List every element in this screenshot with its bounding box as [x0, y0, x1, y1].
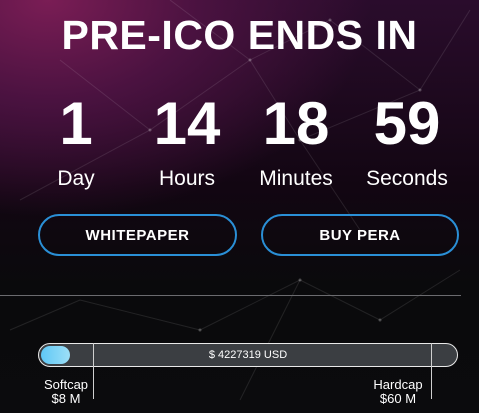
seconds-value: 59 — [373, 90, 441, 157]
softcap-label: Softcap — [43, 377, 89, 392]
hardcap-marker — [431, 343, 432, 399]
hardcap-caption: Hardcap $60 M — [368, 378, 428, 406]
funding-raised-amount: $ 4227319 USD — [208, 349, 288, 361]
hardcap-value: $60 M — [379, 391, 417, 406]
hours-value: 14 — [153, 90, 221, 157]
softcap-caption: Softcap $8 M — [36, 378, 96, 406]
hours-label: Hours — [158, 167, 216, 190]
countdown-seconds: 59 Seconds — [357, 90, 457, 192]
countdown-days: 1 Day — [26, 90, 126, 192]
hardcap-label: Hardcap — [373, 377, 423, 392]
days-value: 1 — [59, 90, 93, 157]
funding-progress-bar: $ 4227319 USD — [38, 343, 458, 367]
softcap-value: $8 M — [51, 391, 81, 406]
whitepaper-button[interactable]: WHITEPAPER — [38, 214, 237, 256]
minutes-value: 18 — [262, 90, 330, 157]
seconds-label: Seconds — [366, 167, 448, 190]
section-divider — [0, 295, 461, 296]
buy-pera-button[interactable]: BUY PERA — [261, 214, 459, 256]
countdown-title: PRE-ICO ENDS IN — [61, 12, 418, 58]
days-label: Day — [57, 167, 95, 190]
countdown-minutes: 18 Minutes — [246, 90, 346, 192]
countdown-hours: 14 Hours — [137, 90, 237, 192]
minutes-label: Minutes — [259, 167, 333, 190]
